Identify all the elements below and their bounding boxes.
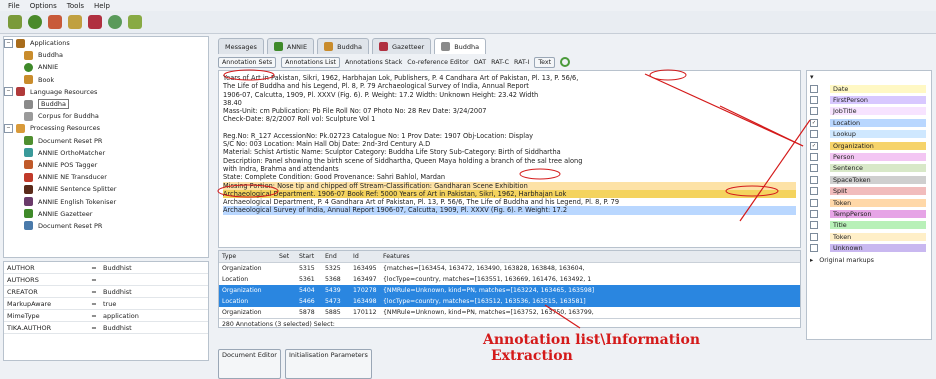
highlight-circle — [223, 69, 275, 81]
annotation-arrow — [739, 119, 811, 222]
arrow-overlay — [217, 69, 811, 329]
highlight-circle — [649, 69, 687, 81]
highlight-circle — [217, 184, 279, 198]
highlight-circle — [725, 185, 779, 197]
highlight-circle — [519, 168, 561, 180]
annotation-arrow — [544, 304, 581, 329]
figure-caption: Annotation list\Information Extraction — [483, 332, 701, 364]
annotation-arrow — [719, 105, 804, 147]
